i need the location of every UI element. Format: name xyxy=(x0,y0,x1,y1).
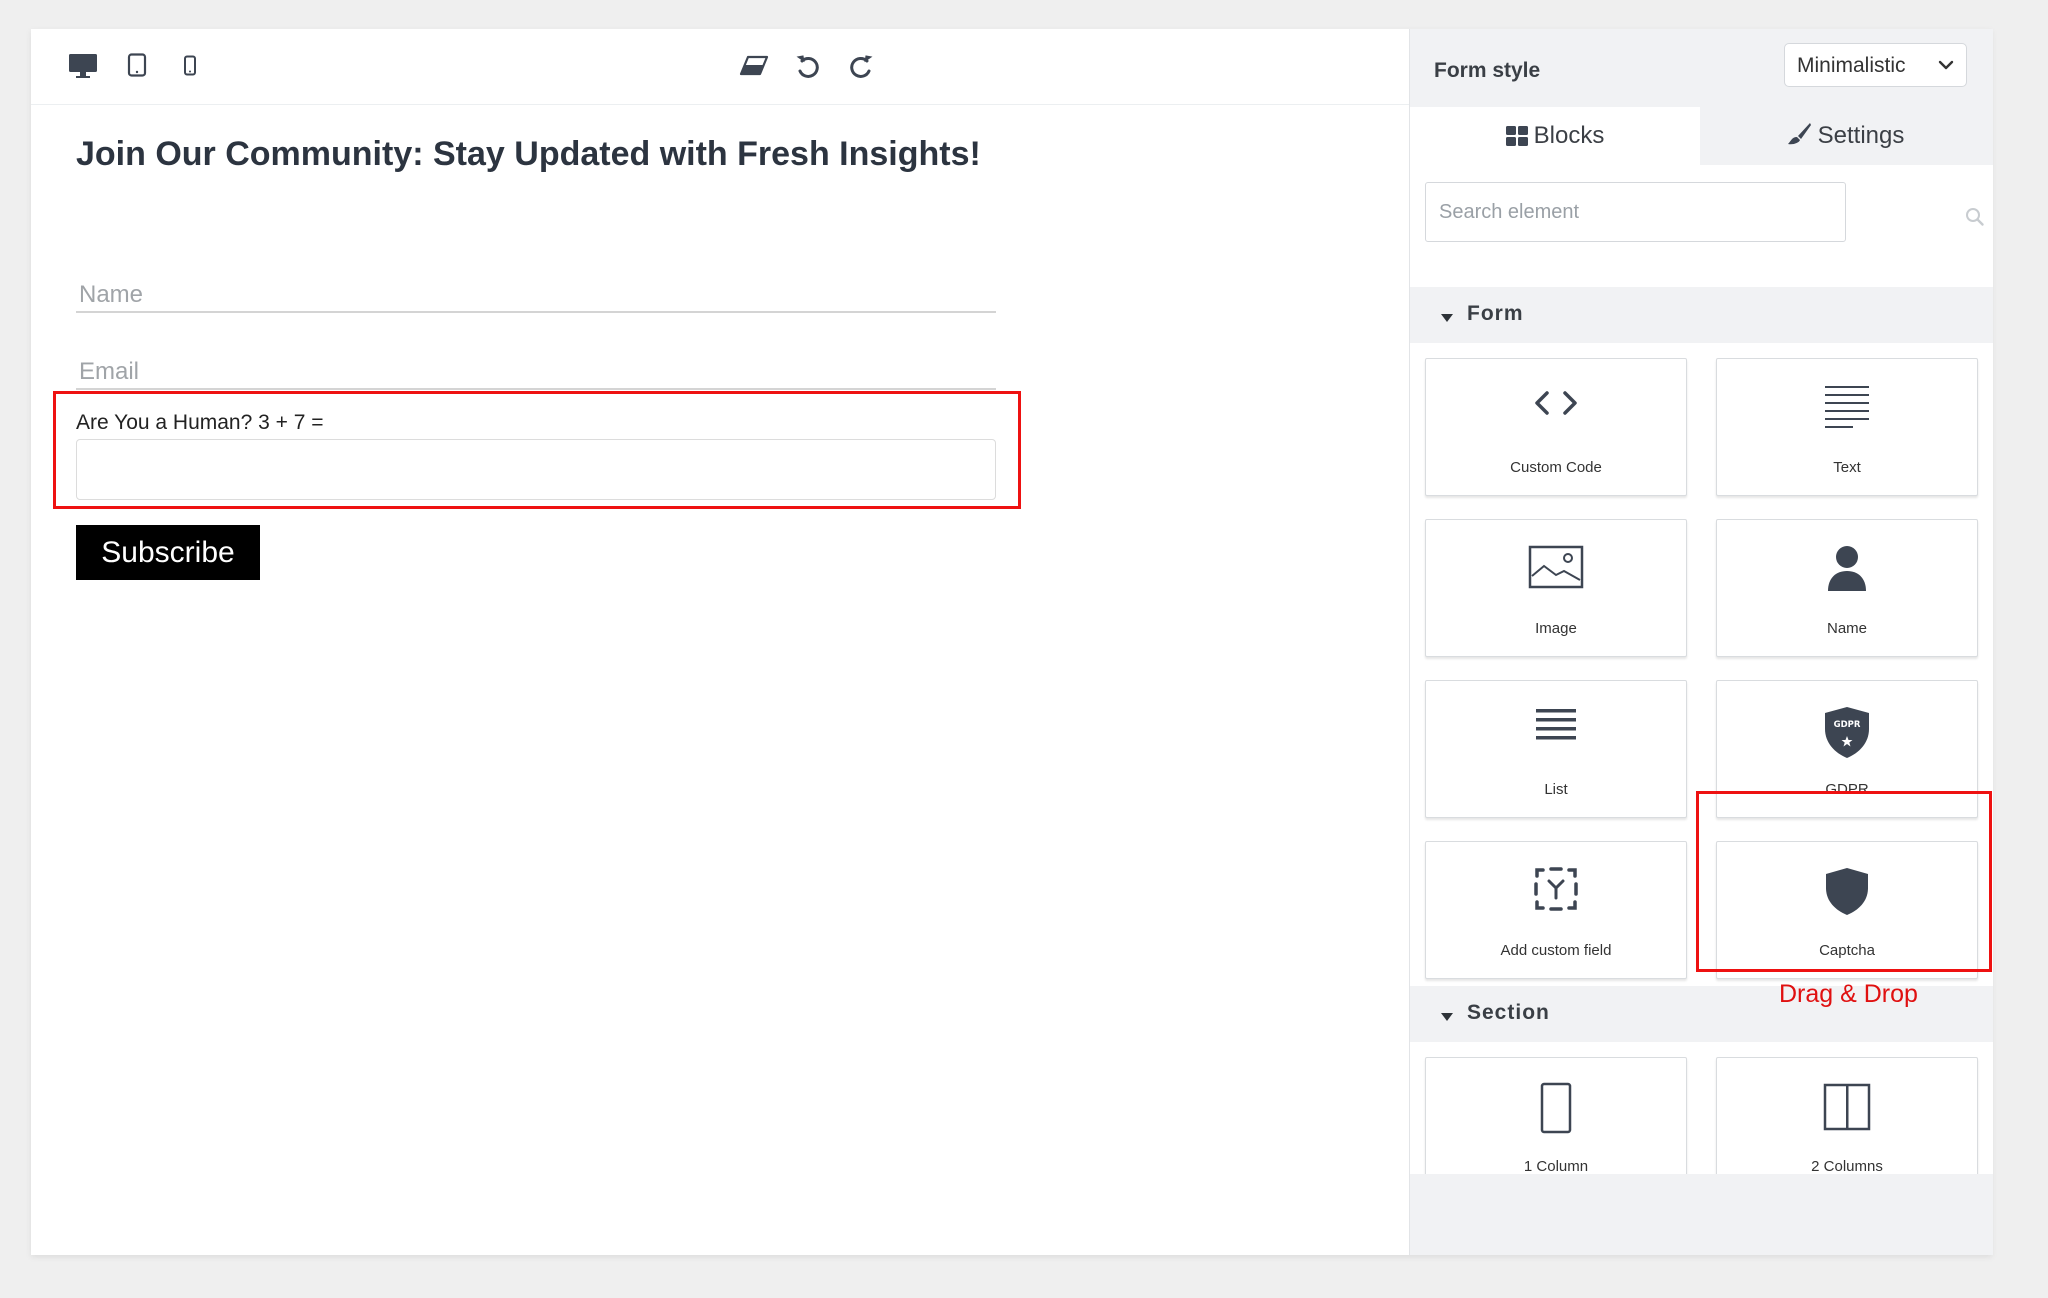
blocks-sidebar: Form style Minimalistic Blocks Settings xyxy=(1409,29,1993,1255)
section-header-label: Form xyxy=(1467,302,1524,325)
tab-settings[interactable]: Settings xyxy=(1700,107,1990,165)
subscribe-button[interactable]: Subscribe xyxy=(76,525,260,580)
block-custom-code[interactable]: Custom Code xyxy=(1425,358,1687,496)
block-text[interactable]: Text xyxy=(1716,358,1978,496)
name-field[interactable] xyxy=(76,279,996,313)
form-style-value: Minimalistic xyxy=(1797,54,1906,77)
editor-canvas: Join Our Community: Stay Updated with Fr… xyxy=(31,29,1409,1255)
captcha-field-highlight xyxy=(53,391,1021,509)
block-label: 2 Columns xyxy=(1811,1158,1883,1175)
tab-blocks[interactable]: Blocks xyxy=(1410,107,1700,165)
caret-down-icon xyxy=(1440,310,1454,328)
search-icon[interactable] xyxy=(1965,207,1985,232)
block-name[interactable]: Name xyxy=(1716,519,1978,657)
person-icon xyxy=(1828,546,1866,591)
email-field[interactable] xyxy=(76,356,996,390)
caret-down-icon xyxy=(1440,1009,1454,1027)
brush-icon xyxy=(1787,123,1811,145)
custom-field-icon xyxy=(1534,867,1578,911)
mobile-icon[interactable] xyxy=(183,55,197,76)
one-column-icon xyxy=(1540,1082,1572,1134)
text-lines-icon xyxy=(1825,386,1869,428)
tab-blocks-label: Blocks xyxy=(1533,122,1605,149)
image-icon xyxy=(1528,545,1584,589)
desktop-icon[interactable] xyxy=(68,53,98,79)
form-style-select[interactable]: Minimalistic xyxy=(1784,43,1967,87)
search-area xyxy=(1410,165,1993,287)
undo-icon[interactable] xyxy=(794,52,822,80)
block-label: Add custom field xyxy=(1500,942,1612,959)
block-label: Text xyxy=(1833,459,1861,476)
editor-toolbar xyxy=(31,29,1409,105)
section-header-form[interactable]: Form xyxy=(1410,287,1993,343)
two-columns-icon xyxy=(1823,1083,1871,1131)
code-icon xyxy=(1535,391,1577,415)
block-label: Name xyxy=(1826,620,1867,637)
grid-icon xyxy=(1505,126,1528,146)
eraser-icon[interactable] xyxy=(738,54,770,78)
block-image[interactable]: Image xyxy=(1425,519,1687,657)
form-builder-window: Join Our Community: Stay Updated with Fr… xyxy=(31,29,1993,1255)
gdpr-shield-icon: GDPR xyxy=(1825,707,1869,758)
captcha-block-highlight xyxy=(1696,791,1992,972)
chevron-down-icon xyxy=(1938,58,1954,76)
tablet-icon[interactable] xyxy=(127,53,147,77)
block-label: Custom Code xyxy=(1510,459,1602,476)
form-style-label: Form style xyxy=(1434,59,1541,82)
block-add-custom-field[interactable]: Add custom field xyxy=(1425,841,1687,979)
drag-drop-note: Drag & Drop xyxy=(1779,980,1918,1008)
search-input[interactable] xyxy=(1425,182,1846,242)
block-label: 1 Column xyxy=(1523,1158,1589,1175)
form-title: Join Our Community: Stay Updated with Fr… xyxy=(76,135,981,173)
block-list[interactable]: List xyxy=(1425,680,1687,818)
block-label: List xyxy=(1544,781,1568,798)
block-label: Image xyxy=(1535,620,1577,637)
section-header-label: Section xyxy=(1467,1001,1550,1024)
redo-icon[interactable] xyxy=(847,52,875,80)
tab-settings-label: Settings xyxy=(1817,122,1905,149)
sidebar-footer xyxy=(1410,1174,1993,1255)
list-icon xyxy=(1536,709,1576,740)
svg-text:GDPR: GDPR xyxy=(1834,720,1861,730)
